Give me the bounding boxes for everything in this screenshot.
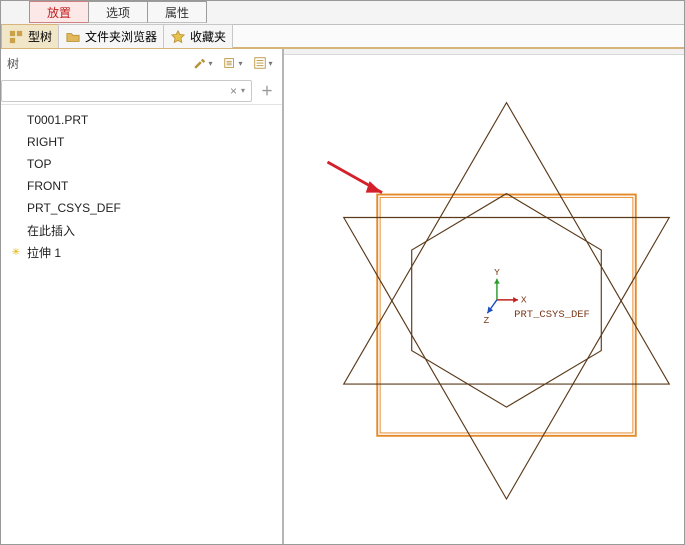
tree-search-dropdown-icon[interactable]: ▾ <box>239 86 247 95</box>
ribbon-tab-properties[interactable]: 属性 <box>147 1 207 23</box>
axis-x-label: X <box>521 295 527 306</box>
navigator-tab-favorites-label: 收藏夹 <box>190 28 226 45</box>
tree-toolbar: ▾ ▾ ▾ <box>190 52 276 74</box>
tree-item-label: RIGHT <box>27 135 64 149</box>
tree-list: T0001.PRT RIGHT TOP FRONT PRT_CSYS_DEF <box>1 105 282 544</box>
tree-search-row: × ▾ ＋ <box>1 77 282 105</box>
model-tree-panel: 树 ▾ ▾ ▾ × ▾ <box>1 49 283 544</box>
tree-item-datum-top[interactable]: TOP <box>1 153 282 175</box>
tree-header-label: 树 <box>7 55 19 72</box>
folder-browser-icon <box>65 29 81 45</box>
tree-search-add-icon[interactable]: ＋ <box>258 82 276 100</box>
csys-label: PRT_CSYS_DEF <box>514 309 590 321</box>
navigator-tab-folder-browser[interactable]: 文件夹浏览器 <box>58 24 164 48</box>
tree-tool-settings[interactable]: ▾ <box>250 52 276 74</box>
navigator-tab-model-tree[interactable]: 型树 <box>1 24 59 48</box>
graphics-viewport[interactable]: X Y Z PRT_CSYS_DEF <box>283 49 684 544</box>
tree-tool-show[interactable]: ▾ <box>220 52 246 74</box>
viewport-canvas[interactable]: X Y Z PRT_CSYS_DEF <box>284 49 684 544</box>
tree-item-insert-here[interactable]: 在此插入 <box>1 219 282 241</box>
sketch-square-selected[interactable] <box>377 195 636 436</box>
tree-search-box[interactable]: × ▾ <box>1 80 252 102</box>
axis-y-label: Y <box>494 267 500 278</box>
tree-item-csys[interactable]: PRT_CSYS_DEF <box>1 197 282 219</box>
tree-item-label: PRT_CSYS_DEF <box>27 201 121 215</box>
csys-triad[interactable]: X Y Z PRT_CSYS_DEF <box>484 267 590 326</box>
tree-item-label: 在此插入 <box>27 222 75 239</box>
tree-item-label: 拉伸 1 <box>27 244 61 261</box>
tree-item-datum-right[interactable]: RIGHT <box>1 131 282 153</box>
new-feature-star-icon: ✳ <box>9 247 23 258</box>
viewport-top-strip <box>284 49 684 55</box>
tree-item-extrude[interactable]: ✳ 拉伸 1 <box>1 241 282 263</box>
tree-item-label: T0001.PRT <box>27 113 88 127</box>
ribbon-tabs: 放置 选项 属性 <box>1 1 684 25</box>
sketch-triangle-down[interactable] <box>344 218 670 499</box>
navigator-tab-favorites[interactable]: 收藏夹 <box>163 24 233 48</box>
sketch-triangle-up[interactable] <box>344 103 670 384</box>
tree-item-part[interactable]: T0001.PRT <box>1 109 282 131</box>
favorites-star-icon <box>170 29 186 45</box>
navigator-tabs: 型树 文件夹浏览器 收藏夹 <box>1 25 684 49</box>
tree-item-label: TOP <box>27 157 51 171</box>
model-tree-icon <box>8 29 24 45</box>
tree-tool-hammer[interactable]: ▾ <box>190 52 216 74</box>
navigator-tab-folder-browser-label: 文件夹浏览器 <box>85 28 157 45</box>
navigator-tab-model-tree-label: 型树 <box>28 28 52 45</box>
annotation-arrow <box>327 162 382 193</box>
ribbon-tab-options[interactable]: 选项 <box>88 1 148 23</box>
axis-z-label: Z <box>484 315 490 326</box>
ribbon-tab-placement[interactable]: 放置 <box>29 1 89 23</box>
tree-search-input[interactable] <box>6 84 228 98</box>
tree-search-clear-icon[interactable]: × <box>228 84 239 98</box>
tree-item-datum-front[interactable]: FRONT <box>1 175 282 197</box>
tree-header: 树 ▾ ▾ ▾ <box>1 49 282 77</box>
tree-item-label: FRONT <box>27 179 68 193</box>
